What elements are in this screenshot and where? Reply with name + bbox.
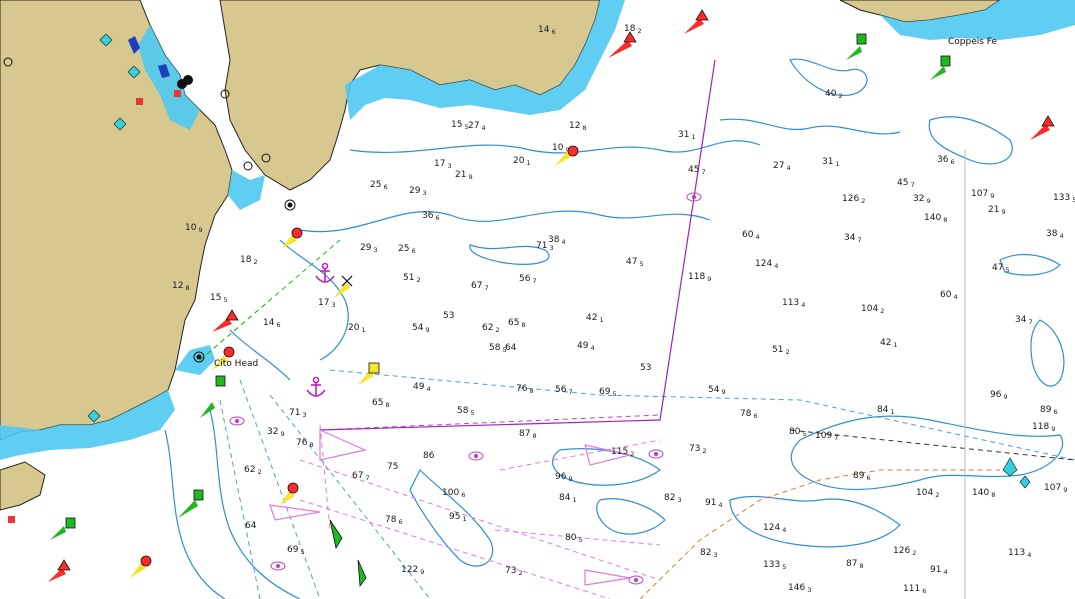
- chart-canvas[interactable]: 27 431 145 736 621 938 447 560 4 34 742 151 254 95356…: [0, 0, 1075, 599]
- sounding-label: 64: [505, 343, 517, 353]
- place-name-label: Coppeis Fe: [948, 37, 997, 47]
- sounding-label: 53: [640, 363, 651, 373]
- sounding-label: 75: [387, 462, 398, 472]
- place-name-label: Cito Head: [214, 359, 258, 369]
- sounding-label: 64: [245, 521, 257, 531]
- nautical-chart[interactable]: 27 4 31 1 45 7 36 6 21 9 38 4 47 5 60 4 34 7 42 1 51 2 54 9 53 56…: [0, 0, 1075, 599]
- sounding-label: 86: [423, 451, 435, 461]
- sounding-label: 53: [443, 311, 454, 321]
